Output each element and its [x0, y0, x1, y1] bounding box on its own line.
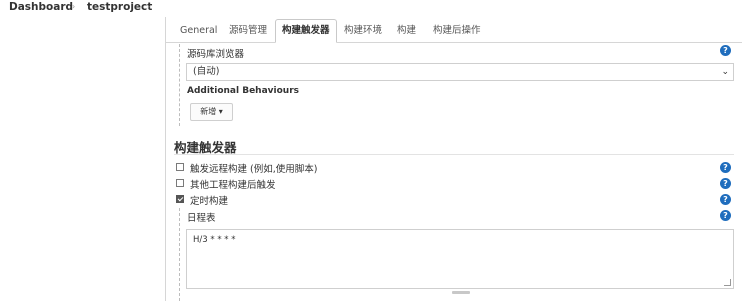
trigger-remote-checkbox[interactable]	[176, 163, 184, 171]
trigger-after-other-projects-checkbox[interactable]	[176, 179, 184, 187]
additional-behaviours-label: Additional Behaviours	[187, 86, 299, 96]
trigger-after-other-projects-label[interactable]: 其他工程构建后触发	[190, 177, 276, 191]
resize-handle[interactable]	[724, 279, 731, 286]
breadcrumb-dashboard[interactable]: Dashboard	[9, 1, 73, 14]
help-icon[interactable]: ?	[720, 45, 731, 56]
tab-general[interactable]: General	[174, 21, 223, 40]
tab-post-build[interactable]: 构建后操作	[427, 21, 487, 40]
schedule-textarea[interactable]: H/3 * * * *	[186, 229, 734, 289]
tab-build-triggers[interactable]: 构建触发器	[275, 19, 337, 43]
repo-browser-select[interactable]: (自动) ⌄	[186, 63, 734, 81]
repo-browser-label: 源码库浏览器	[187, 49, 245, 60]
help-icon[interactable]: ?	[720, 178, 731, 189]
section-divider	[174, 154, 734, 155]
schedule-value: H/3 * * * *	[193, 235, 236, 245]
breadcrumb-separator: ›	[72, 2, 76, 11]
chevron-down-icon: ⌄	[721, 67, 729, 77]
add-behaviour-button[interactable]: 新增 ▾	[190, 103, 233, 121]
breadcrumb: Dashboard › testproject ›	[0, 0, 742, 16]
trigger-periodic-build-label[interactable]: 定时构建	[190, 193, 228, 207]
breadcrumb-separator: ›	[147, 2, 151, 11]
tab-build-environment[interactable]: 构建环境	[338, 21, 388, 40]
textarea-resize-bar[interactable]	[452, 291, 470, 294]
trigger-remote-label[interactable]: 触发远程构建 (例如,使用脚本)	[190, 161, 317, 175]
breadcrumb-testproject[interactable]: testproject	[87, 1, 152, 14]
trigger-periodic-build-checkbox[interactable]	[176, 195, 184, 203]
indent-guide	[179, 44, 180, 126]
help-icon[interactable]: ?	[720, 210, 731, 221]
help-icon[interactable]: ?	[720, 194, 731, 205]
tab-build[interactable]: 构建	[391, 21, 422, 40]
schedule-label: 日程表	[187, 213, 216, 224]
left-panel-divider	[165, 17, 166, 301]
help-icon[interactable]: ?	[720, 162, 731, 173]
indent-guide	[179, 208, 180, 301]
tab-scm[interactable]: 源码管理	[223, 21, 273, 40]
config-tabbar: General 源码管理 构建触发器 构建环境 构建 构建后操作	[166, 18, 742, 43]
repo-browser-value: (自动)	[193, 66, 220, 77]
